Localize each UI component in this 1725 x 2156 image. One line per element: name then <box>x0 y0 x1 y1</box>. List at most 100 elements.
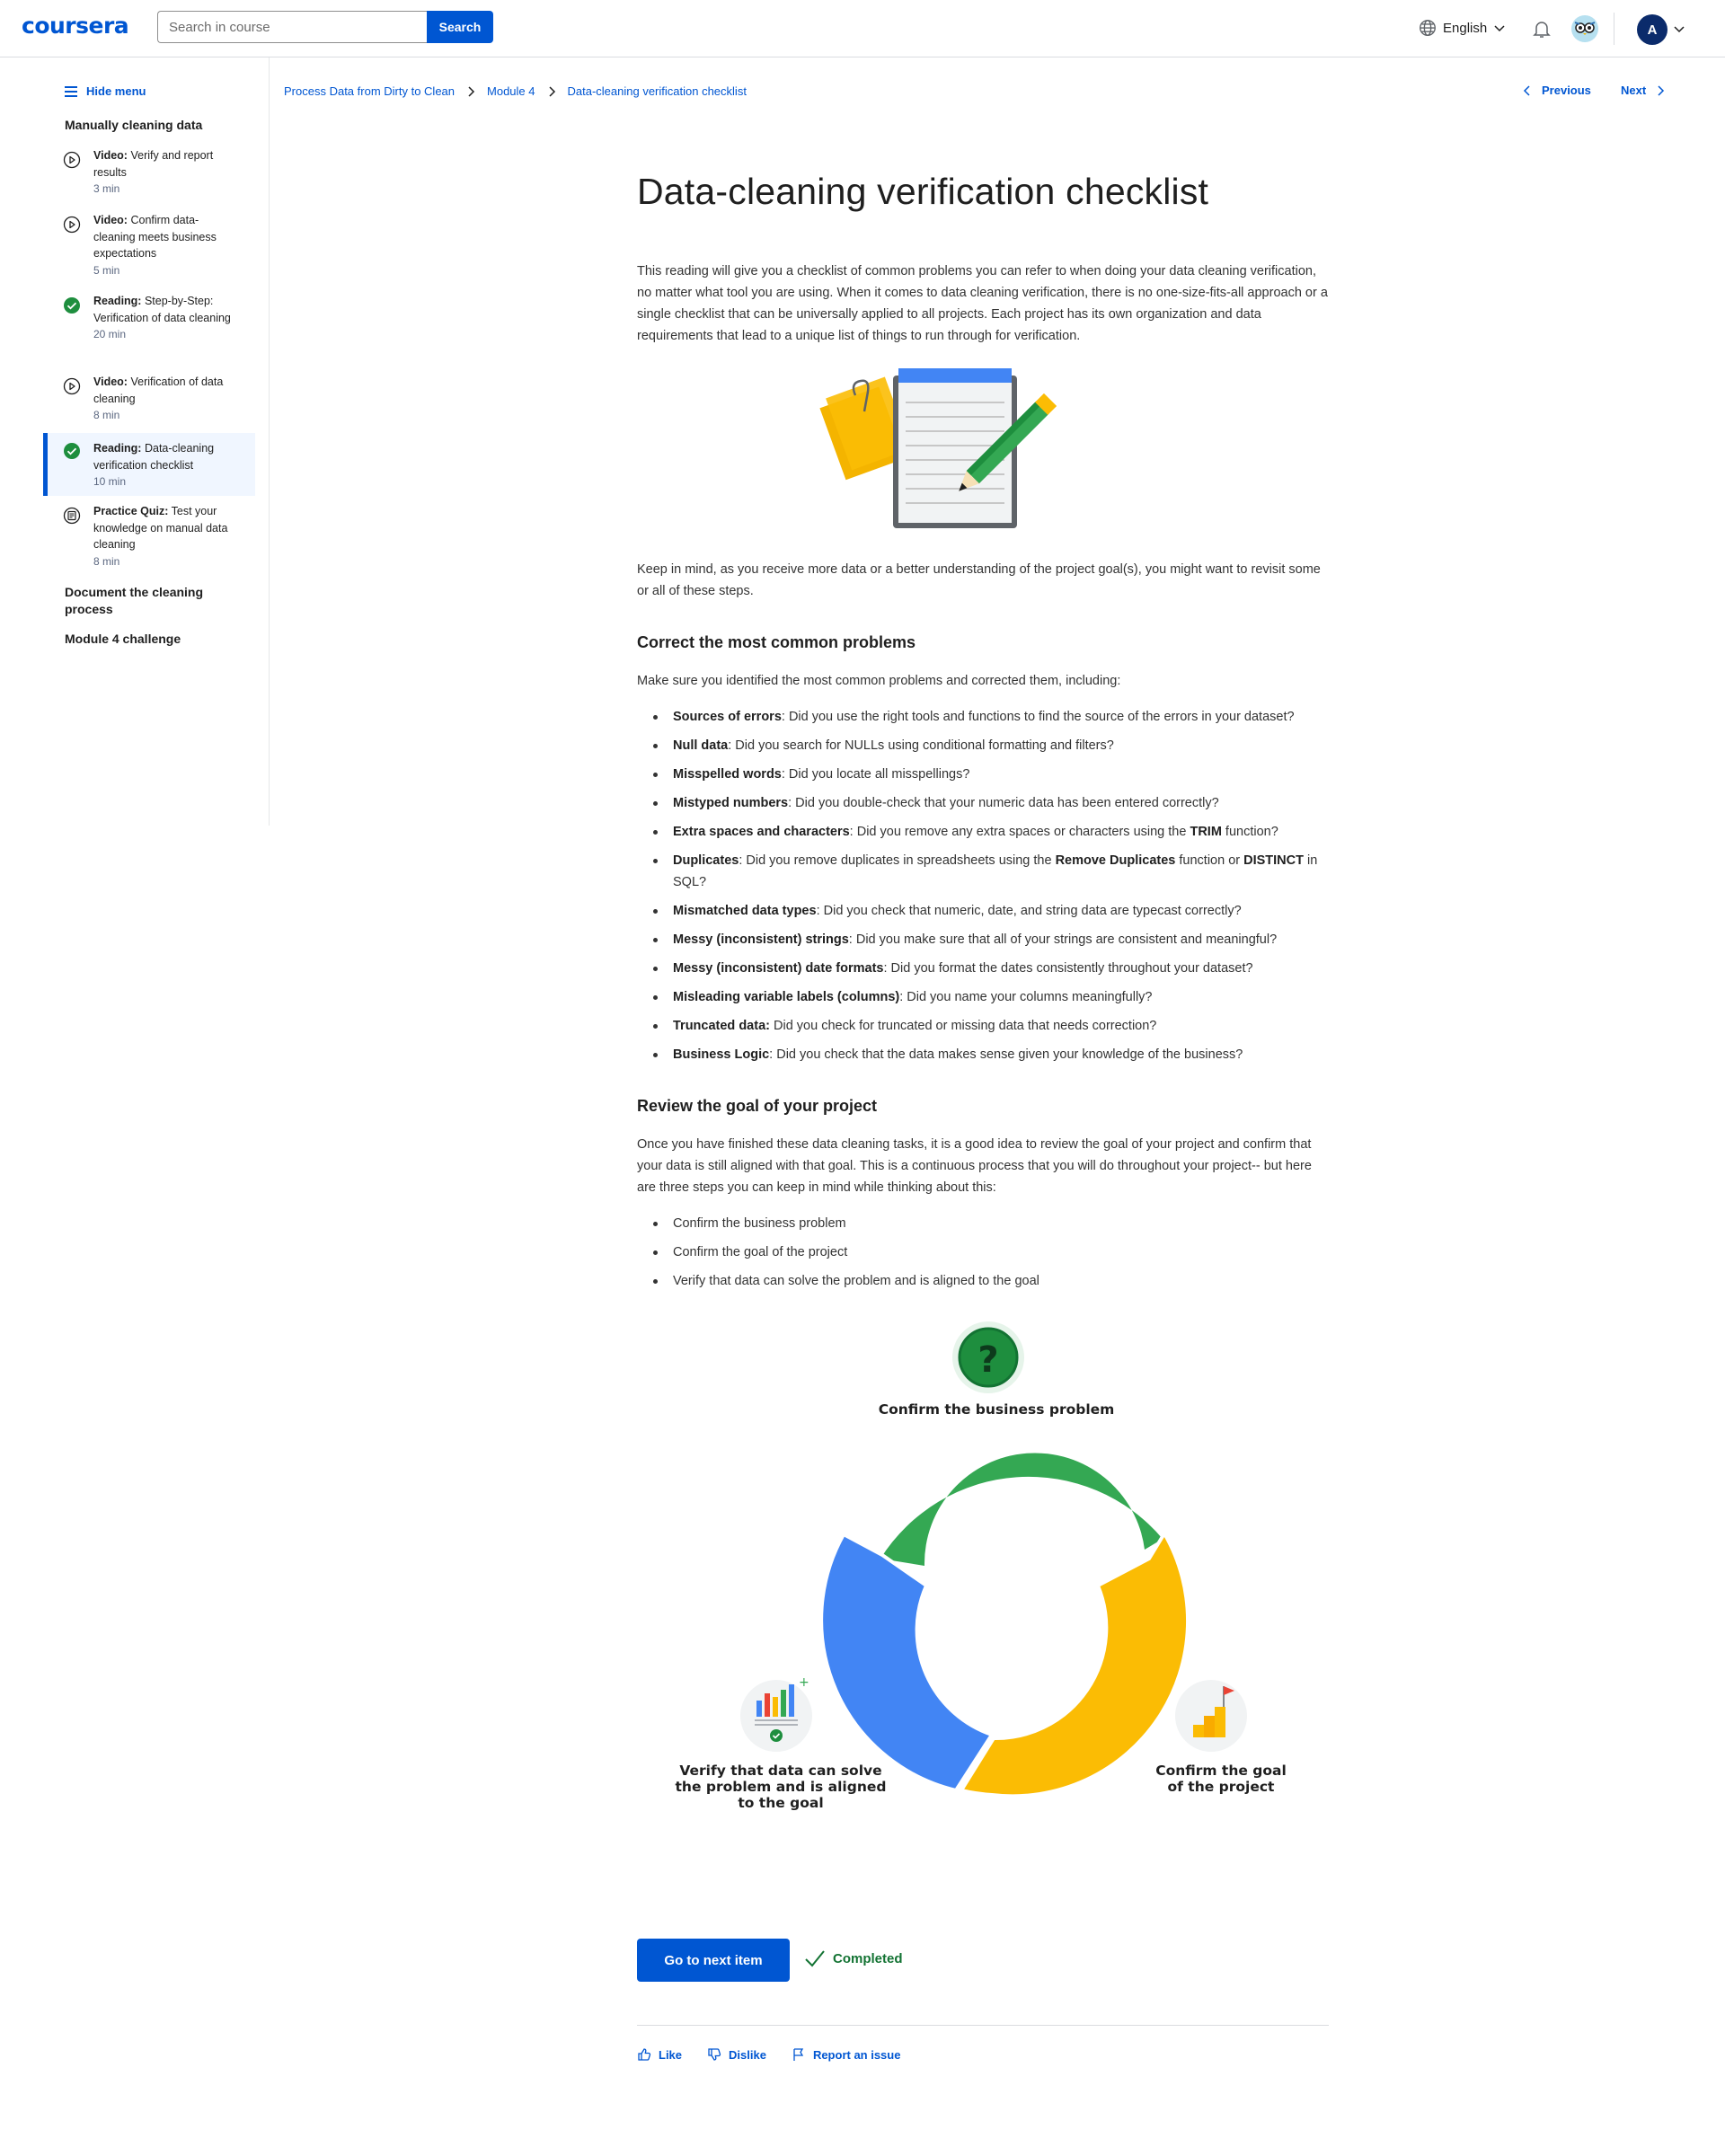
review-paragraph: Once you have finished these data cleani… <box>637 1137 1312 1195</box>
item-duration: 5 min <box>93 263 120 277</box>
check-circle-icon <box>64 443 80 459</box>
list-item: Truncated data: Did you check for trunca… <box>637 1015 1338 1037</box>
item-duration: 3 min <box>93 182 120 195</box>
cycle-segment-blue <box>819 1532 995 1793</box>
sidebar-item-verification[interactable]: Video: Verification of data cleaning 8 mi… <box>43 374 255 429</box>
item-duration: 8 min <box>93 554 120 568</box>
feedback-bar: Like Dislike Report an issue <box>637 2047 900 2062</box>
intro-paragraph: This reading will give you a checklist o… <box>637 264 1328 343</box>
sidebar-section-document[interactable]: Document the cleaning process <box>65 584 235 618</box>
hide-menu-button[interactable]: Hide menu <box>65 84 146 98</box>
user-avatar[interactable]: A <box>1637 14 1668 45</box>
sidebar-section-manually-cleaning[interactable]: Manually cleaning data <box>65 117 244 134</box>
report-label: Report an issue <box>812 2047 901 2062</box>
item-duration: 10 min <box>93 475 127 488</box>
sidebar-item-practice-quiz[interactable]: Practice Quiz: Test your knowledge on ma… <box>43 503 255 575</box>
report-issue-button[interactable]: Report an issue <box>792 2047 901 2062</box>
list-item: Misspelled words: Did you locate all mis… <box>637 764 1338 785</box>
play-circle-icon <box>63 151 81 169</box>
sidebar-item-confirm-data-cleaning[interactable]: Video: Confirm data-cleaning meets busin… <box>43 212 255 284</box>
chevron-right-icon <box>465 85 476 98</box>
list-item: Mismatched data types: Did you check tha… <box>637 900 1338 922</box>
list-item: Duplicates: Did you remove duplicates in… <box>637 850 1338 893</box>
next-button[interactable]: Next <box>1621 84 1666 97</box>
language-selector[interactable]: English <box>1418 18 1507 38</box>
make-sure-paragraph: Make sure you identified the most common… <box>637 674 1121 688</box>
cycle-label-top: Confirm the business problem <box>878 1401 1115 1418</box>
item-type: Reading: <box>93 442 142 455</box>
item-type: Reading: <box>93 295 142 307</box>
review-steps-list: Confirm the business problem Confirm the… <box>637 1213 1338 1299</box>
hide-menu-label: Hide menu <box>86 84 146 98</box>
svg-text:?: ? <box>978 1339 998 1381</box>
completed-status: Completed <box>804 1949 903 1967</box>
list-item: Messy (inconsistent) date formats: Did y… <box>637 958 1338 979</box>
cycle-segment-yellow <box>958 1530 1190 1798</box>
notification-bell-icon[interactable] <box>1531 18 1552 40</box>
section-heading-common-problems: Correct the most common problems <box>637 633 916 651</box>
hamburger-icon <box>65 85 77 97</box>
previous-label: Previous <box>1542 84 1591 97</box>
item-duration: 8 min <box>93 409 120 421</box>
thumbs-down-icon <box>708 2048 721 2061</box>
coursera-logo[interactable]: coursera <box>22 13 129 39</box>
page-title: Data-cleaning verification checklist <box>637 171 1209 212</box>
svg-text:+: + <box>799 1675 809 1690</box>
item-duration: 20 min <box>93 328 127 340</box>
breadcrumb-module[interactable]: Module 4 <box>487 84 535 98</box>
list-item: Extra spaces and characters: Did you rem… <box>637 821 1338 843</box>
go-to-next-item-button[interactable]: Go to next item <box>637 1939 790 1982</box>
sidebar-item-checklist-active[interactable]: Reading: Data-cleaning verification chec… <box>43 433 255 496</box>
list-item: Misleading variable labels (columns): Di… <box>637 986 1338 1008</box>
list-item: Confirm the business problem <box>637 1213 1338 1234</box>
search-input[interactable] <box>157 11 427 43</box>
chevron-right-icon <box>546 85 557 98</box>
next-label: Next <box>1621 84 1647 97</box>
sidebar-item-step-by-step[interactable]: Reading: Step-by-Step: Verification of d… <box>43 293 255 365</box>
previous-button[interactable]: Previous <box>1522 84 1591 97</box>
cycle-segment-green <box>880 1453 1163 1566</box>
course-sidebar: Hide menu Manually cleaning data Video: … <box>0 57 270 826</box>
item-type: Video: <box>93 214 128 226</box>
breadcrumb-page[interactable]: Data-cleaning verification checklist <box>568 84 747 98</box>
item-type: Video: <box>93 149 128 162</box>
sidebar-section-module-challenge[interactable]: Module 4 challenge <box>65 631 244 648</box>
project-goal-cycle-diagram: ? + <box>740 1321 1247 1798</box>
list-item: Confirm the goal of the project <box>637 1241 1338 1263</box>
thumbs-up-icon <box>638 2048 651 2061</box>
flag-icon <box>793 2048 804 2061</box>
keep-in-mind-paragraph: Keep in mind, as you receive more data o… <box>637 562 1321 598</box>
chevron-right-icon <box>1658 84 1665 96</box>
check-circle-icon <box>64 297 80 314</box>
coach-owl-icon[interactable] <box>1570 14 1599 43</box>
search-button[interactable]: Search <box>427 11 493 43</box>
clipboard-illustration <box>819 368 1057 528</box>
completed-label: Completed <box>833 1950 903 1966</box>
breadcrumb: Process Data from Dirty to Clean Module … <box>284 84 747 98</box>
cycle-label-left: Verify that data can solve the problem an… <box>675 1763 887 1811</box>
top-header: coursera Search English A <box>0 0 1725 57</box>
section-heading-review-goal: Review the goal of your project <box>637 1097 878 1115</box>
cycle-label-right: Confirm the goal of the project <box>1155 1763 1287 1795</box>
list-item: Mistyped numbers: Did you double-check t… <box>637 792 1338 814</box>
list-item: Null data: Did you search for NULLs usin… <box>637 735 1338 756</box>
sidebar-item-verify-report[interactable]: Video: Verify and report results 3 min <box>43 147 255 203</box>
language-label: English <box>1443 20 1488 36</box>
breadcrumb-course[interactable]: Process Data from Dirty to Clean <box>284 84 455 98</box>
chevron-down-icon <box>1494 25 1505 32</box>
item-type: Practice Quiz: <box>93 505 169 517</box>
like-label: Like <box>659 2047 683 2062</box>
list-item: Verify that data can solve the problem a… <box>637 1270 1338 1292</box>
item-type: Video: <box>93 376 128 388</box>
chevron-down-icon[interactable] <box>1672 22 1686 36</box>
dislike-label: Dislike <box>729 2047 766 2062</box>
like-button[interactable]: Like <box>637 2047 682 2062</box>
play-circle-icon <box>63 377 81 395</box>
list-item: Sources of errors: Did you use the right… <box>637 706 1338 728</box>
checkmark-icon <box>805 1950 825 1967</box>
chevron-left-icon <box>1523 84 1530 96</box>
dislike-button[interactable]: Dislike <box>707 2047 766 2062</box>
list-item: Business Logic: Did you check that the d… <box>637 1044 1338 1065</box>
divider <box>637 2025 1329 2026</box>
play-circle-icon <box>63 216 81 234</box>
